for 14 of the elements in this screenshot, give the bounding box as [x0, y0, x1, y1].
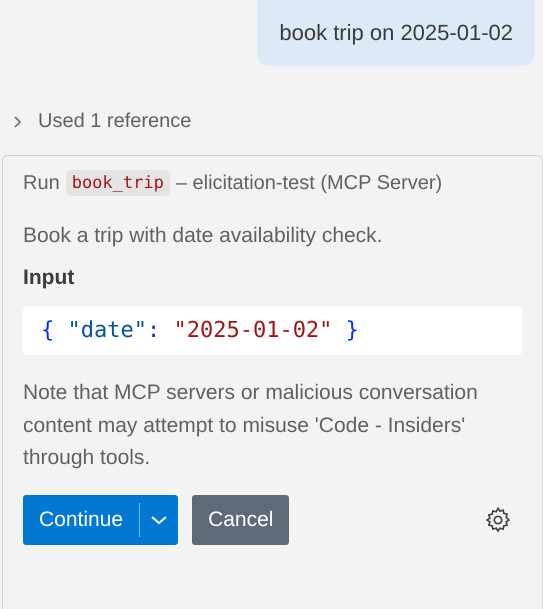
input-heading: Input [23, 266, 76, 290]
run-label: Run [23, 172, 60, 194]
tool-name: book_trip [66, 170, 170, 196]
continue-button[interactable]: Continue [23, 494, 178, 545]
user-message: book trip on 2025-01-02 [257, 0, 535, 66]
chevron-icon[interactable] [12, 114, 22, 128]
input-code: { "date": "2025-01-02" } [23, 306, 522, 355]
server-name: – elicitation-test (MCP Server) [176, 172, 442, 194]
cancel-button[interactable]: Cancel [192, 494, 290, 545]
references-link[interactable]: Used 1 reference [38, 110, 192, 133]
caret-icon[interactable] [150, 514, 168, 525]
warning-note: Note that MCP servers or malicious conversation content may attempt to misuse 'Code - Insiders' through tools. [23, 380, 479, 472]
tool-description: Book a trip with date availability check. [23, 224, 384, 248]
settings-icon[interactable] [484, 506, 512, 534]
